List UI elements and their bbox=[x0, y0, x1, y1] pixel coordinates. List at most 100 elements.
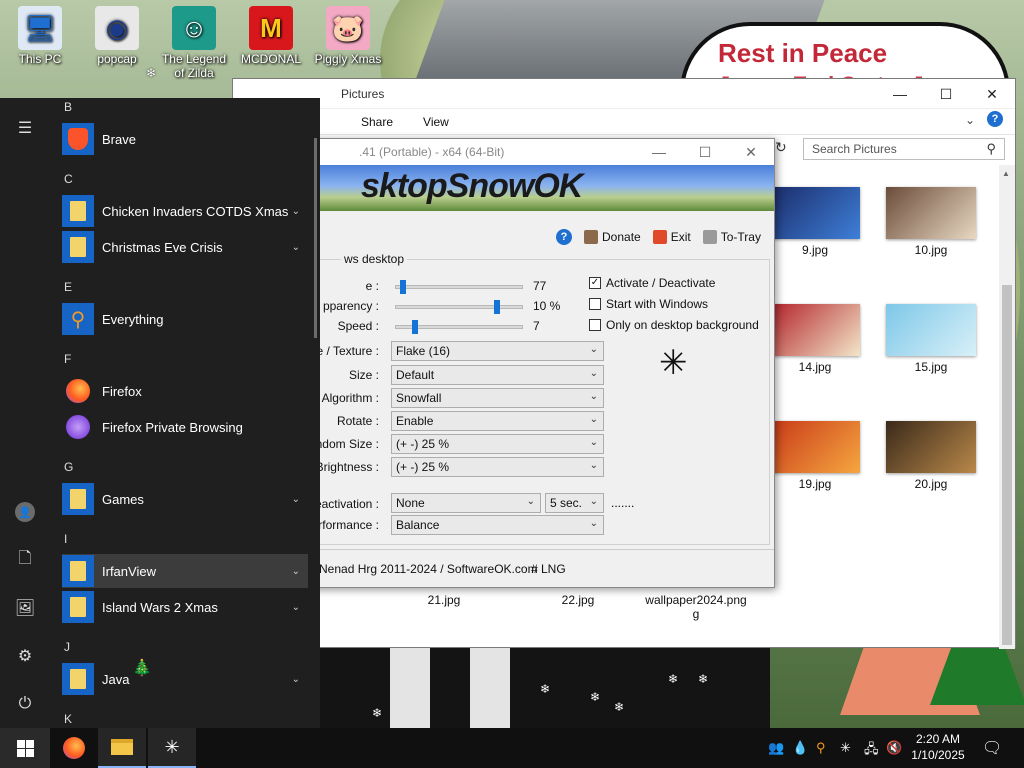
notification-center-icon[interactable]: 🗨 bbox=[982, 738, 1002, 758]
app-item-chicken-invaders[interactable]: Chicken Invaders COTDS Xmas ⌄ bbox=[62, 194, 308, 228]
chevron-down-icon[interactable]: ⌄ bbox=[965, 113, 975, 127]
file-item[interactable]: 20.jpg bbox=[876, 421, 986, 491]
random-size-select[interactable]: (+ -) 25 % ⌄ bbox=[391, 434, 604, 454]
app-item-java[interactable]: Java ⌄ bbox=[62, 662, 308, 696]
desktop-icon-popcap[interactable]: ◉ popcap bbox=[79, 6, 155, 66]
app-item-irfanview[interactable]: IrfanView ⌄ bbox=[62, 554, 308, 588]
deactivation-seconds-select[interactable]: 5 sec. ⌄ bbox=[545, 493, 604, 513]
deactivation-more[interactable]: ....... bbox=[611, 496, 634, 510]
letter-header-g[interactable]: G bbox=[64, 460, 73, 474]
checkbox-box[interactable] bbox=[589, 319, 601, 331]
people-icon[interactable]: 👥 bbox=[768, 740, 784, 756]
rotate-select[interactable]: Enable ⌄ bbox=[391, 411, 604, 431]
desktop-icon-piggly[interactable]: 🐷 Piggly Xmas bbox=[310, 6, 386, 66]
power-icon[interactable]: ⏻ bbox=[13, 692, 37, 716]
select-value: None bbox=[396, 496, 425, 510]
desktop-only-checkbox[interactable]: Only on desktop background bbox=[589, 318, 759, 332]
refresh-icon[interactable]: ↻ bbox=[775, 139, 787, 156]
performance-select[interactable]: Balance ⌄ bbox=[391, 515, 604, 535]
file-item[interactable]: 21.jpg bbox=[389, 593, 499, 607]
copyright-link[interactable]: Nenad Hrg 2011-2024 / SoftwareOK.com bbox=[319, 562, 538, 576]
desktop-icon-this-pc[interactable]: 🖥 This PC bbox=[2, 6, 78, 66]
deactivation-select[interactable]: None ⌄ bbox=[391, 493, 541, 513]
close-button[interactable]: ✕ bbox=[969, 79, 1015, 109]
network-icon[interactable]: 🖧 bbox=[864, 740, 879, 762]
file-item[interactable]: 10.jpg bbox=[876, 187, 986, 257]
minimize-button[interactable]: — bbox=[636, 139, 682, 165]
scrollbar-thumb[interactable] bbox=[1002, 285, 1012, 645]
ribbon-tab-share[interactable]: Share bbox=[361, 115, 393, 129]
minimize-button[interactable]: — bbox=[877, 79, 923, 109]
letter-header-j[interactable]: J bbox=[64, 640, 70, 654]
start-button[interactable] bbox=[0, 728, 50, 768]
help-icon[interactable]: ? bbox=[556, 229, 572, 245]
search-input[interactable]: Search Pictures ⚲ bbox=[803, 138, 1005, 160]
snowflake-tray-icon[interactable]: ✳ bbox=[840, 740, 851, 756]
checkbox-box[interactable] bbox=[589, 298, 601, 310]
explorer-scrollbar[interactable]: ▲ bbox=[999, 165, 1015, 649]
slider-knob[interactable] bbox=[494, 300, 500, 314]
scroll-up-icon[interactable]: ▲ bbox=[1002, 169, 1010, 178]
algorithm-select[interactable]: Snowfall ⌄ bbox=[391, 388, 604, 408]
user-account-button[interactable]: 👤 bbox=[13, 500, 37, 524]
app-list[interactable]: B Brave C Chicken Invaders COTDS Xmas ⌄ … bbox=[56, 98, 308, 728]
to-tray-button[interactable]: To-Tray bbox=[702, 230, 761, 244]
app-item-games[interactable]: Games ⌄ bbox=[62, 482, 308, 516]
app-item-brave[interactable]: Brave bbox=[62, 122, 308, 156]
exit-button[interactable]: Exit bbox=[652, 230, 691, 244]
letter-header-i[interactable]: I bbox=[64, 532, 67, 546]
file-item[interactable]: 19.jpg bbox=[760, 421, 870, 491]
maximize-button[interactable]: ☐ bbox=[682, 139, 728, 165]
file-item[interactable]: 9.jpg bbox=[760, 187, 870, 257]
letter-header-b[interactable]: B bbox=[64, 100, 72, 114]
transparency-slider[interactable] bbox=[395, 300, 523, 314]
desktopsnowok-window[interactable]: .41 (Portable) - x64 (64-Bit) — ☐ ✕ skto… bbox=[300, 138, 775, 588]
app-item-everything[interactable]: ⚲ Everything bbox=[62, 302, 308, 336]
settings-gear-icon[interactable]: ⚙ bbox=[13, 644, 37, 668]
texture-select[interactable]: Flake (16) ⌄ bbox=[391, 341, 604, 361]
letter-header-k[interactable]: K bbox=[64, 712, 72, 726]
file-item[interactable]: 15.jpg bbox=[876, 304, 986, 374]
app-item-island-wars[interactable]: Island Wars 2 Xmas ⌄ bbox=[62, 590, 308, 624]
start-with-windows-checkbox[interactable]: Start with Windows bbox=[589, 297, 708, 311]
app-item-firefox[interactable]: Firefox bbox=[62, 374, 308, 408]
amount-slider[interactable] bbox=[395, 280, 523, 294]
checkbox-box[interactable]: ✓ bbox=[589, 277, 601, 289]
app-list-scrollbar[interactable] bbox=[314, 138, 317, 338]
system-clock[interactable]: 2:20 AM 1/10/2025 bbox=[908, 731, 968, 763]
brightness-select[interactable]: (+ -) 25 % ⌄ bbox=[391, 457, 604, 477]
letter-header-f[interactable]: F bbox=[64, 352, 71, 366]
explorer-titlebar[interactable]: Pictures — ☐ ✕ bbox=[233, 79, 1015, 109]
app-item-firefox-private[interactable]: Firefox Private Browsing bbox=[62, 410, 308, 444]
taskbar-desktopsnowok[interactable]: ✳ bbox=[148, 728, 196, 768]
slider-label: Speed : bbox=[337, 319, 379, 333]
desktop-icon-mcdonalds[interactable]: M MCDONAL bbox=[233, 6, 309, 66]
file-item[interactable]: 22.jpg bbox=[523, 593, 633, 607]
file-item[interactable]: wallpaper2024.png g bbox=[641, 593, 751, 621]
language-link[interactable]: # LNG bbox=[531, 562, 566, 576]
hamburger-menu-icon[interactable]: ☰ bbox=[13, 116, 37, 140]
taskbar-firefox[interactable] bbox=[50, 728, 98, 768]
taskbar-file-explorer[interactable] bbox=[98, 728, 146, 768]
everything-tray-icon[interactable]: ⚲ bbox=[816, 740, 826, 756]
letter-header-c[interactable]: C bbox=[64, 172, 73, 186]
desktop-icon-legend-zilda[interactable]: ☺ The Legend of Zilda bbox=[156, 6, 232, 80]
droplet-icon[interactable]: 💧 bbox=[792, 740, 808, 756]
close-button[interactable]: ✕ bbox=[728, 139, 774, 165]
slider-knob[interactable] bbox=[400, 280, 406, 294]
snowok-titlebar[interactable]: .41 (Portable) - x64 (64-Bit) — ☐ ✕ bbox=[301, 139, 774, 165]
documents-icon[interactable]: 🗋 bbox=[13, 548, 37, 572]
speed-slider[interactable] bbox=[395, 320, 523, 334]
donate-button[interactable]: Donate bbox=[584, 230, 641, 244]
volume-muted-icon[interactable]: 🔇 bbox=[886, 740, 902, 756]
pictures-icon[interactable]: 🖼 bbox=[13, 596, 37, 620]
ribbon-tab-view[interactable]: View bbox=[423, 115, 449, 129]
letter-header-e[interactable]: E bbox=[64, 280, 72, 294]
app-item-christmas-eve-crisis[interactable]: Christmas Eve Crisis ⌄ bbox=[62, 230, 308, 264]
maximize-button[interactable]: ☐ bbox=[923, 79, 969, 109]
size-select[interactable]: Default ⌄ bbox=[391, 365, 604, 385]
activate-checkbox[interactable]: ✓ Activate / Deactivate bbox=[589, 276, 715, 290]
slider-knob[interactable] bbox=[412, 320, 418, 334]
file-item[interactable]: 14.jpg bbox=[760, 304, 870, 374]
help-icon[interactable]: ? bbox=[987, 111, 1003, 127]
